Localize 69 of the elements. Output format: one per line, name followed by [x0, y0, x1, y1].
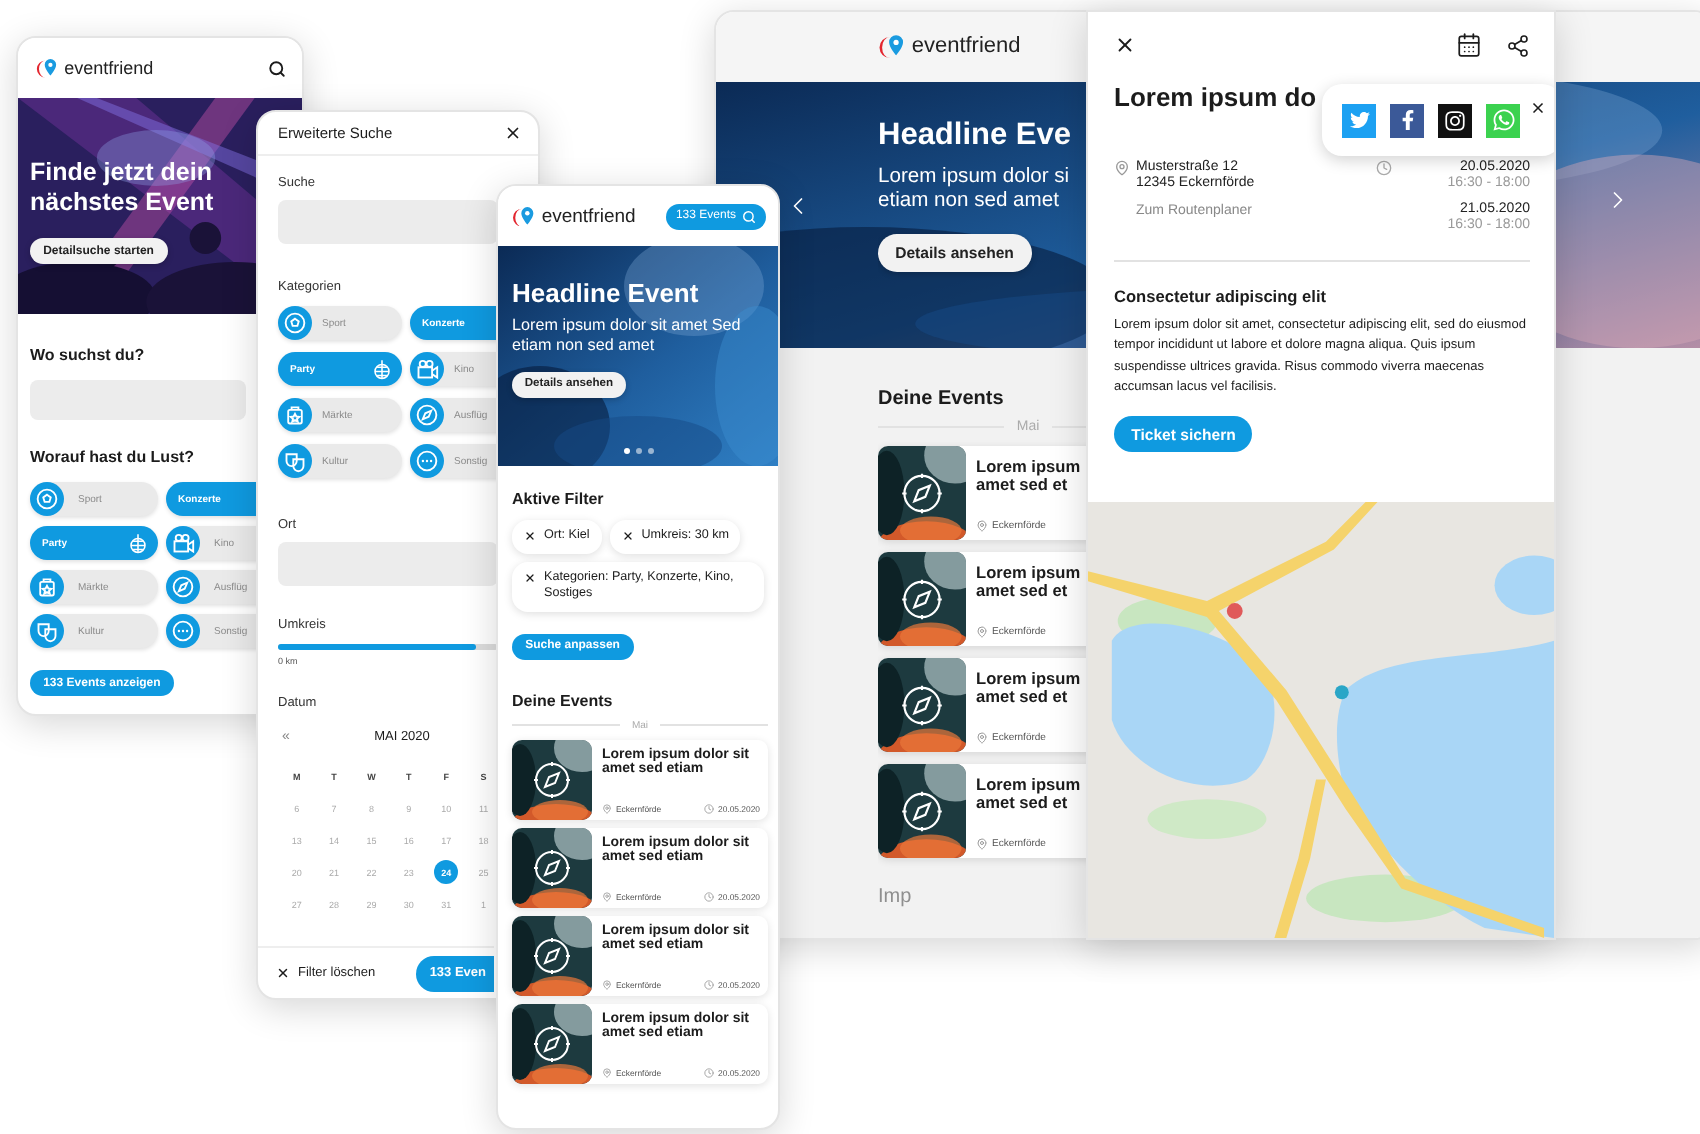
film-camera-icon — [166, 526, 200, 560]
location-field[interactable] — [30, 380, 246, 420]
ball-icon — [30, 482, 64, 516]
location-pin-icon — [602, 803, 612, 814]
location-pin-icon — [602, 979, 612, 990]
brand-name: eventfriend — [64, 58, 154, 78]
hero-headline: Headline Event — [512, 278, 701, 310]
brand-name: eventfriend — [911, 34, 1021, 59]
search-field[interactable] — [278, 200, 498, 244]
event-title: Lorem ipsum — [976, 776, 1083, 795]
filters-heading: Aktive Filter — [512, 490, 606, 508]
more-icon — [166, 614, 200, 648]
compass-icon — [532, 1023, 572, 1064]
more-icon — [410, 444, 444, 478]
disco-ball-icon — [368, 355, 396, 383]
compass-icon — [532, 935, 572, 976]
clock-icon — [704, 1067, 715, 1078]
footer-link[interactable]: Imp — [878, 886, 912, 908]
remove-icon — [524, 571, 536, 583]
logo-icon — [876, 34, 906, 60]
events-heading: Deine Events — [512, 691, 615, 710]
compass-icon — [532, 759, 572, 800]
event-title: amet sed et — [976, 476, 1068, 495]
remove-icon — [621, 530, 634, 542]
disco-ball-icon — [124, 529, 152, 557]
compass-icon — [900, 469, 944, 517]
compass-icon — [166, 570, 200, 604]
search-icon[interactable] — [268, 59, 286, 77]
compass-icon — [900, 787, 944, 835]
event-title: amet sed et — [976, 794, 1068, 813]
event-title: amet sed et — [976, 688, 1068, 707]
clock-icon — [704, 891, 715, 902]
location-heading: Wo suchst du? — [30, 346, 147, 364]
events-heading: Deine Events — [878, 388, 1006, 410]
close-icon[interactable] — [1114, 34, 1136, 56]
logo-icon — [34, 57, 59, 79]
remove-icon — [524, 530, 536, 542]
compass-icon — [900, 681, 944, 729]
bag-icon — [30, 570, 64, 604]
compass-icon — [410, 398, 444, 432]
event-title: Lorem ipsum — [976, 458, 1083, 477]
slide-dot[interactable] — [647, 448, 653, 454]
location-pin-icon — [602, 1067, 612, 1078]
event-title: amet sed et — [976, 582, 1068, 601]
location-pin-icon — [976, 732, 988, 744]
hero-text: Lorem ipsum dolor sit amet Sed etiam non sed amet — [512, 315, 743, 358]
logo-icon — [510, 205, 536, 227]
slide-dot[interactable] — [623, 448, 629, 454]
ball-icon — [278, 306, 312, 340]
slide-dot[interactable] — [635, 448, 641, 454]
clock-icon — [704, 979, 715, 990]
film-camera-icon — [410, 352, 444, 386]
bag-icon — [278, 398, 312, 432]
close-icon — [276, 966, 290, 980]
compass-icon — [532, 847, 572, 888]
compass-icon — [900, 575, 944, 623]
interest-heading: Worauf hast du Lust? — [30, 448, 197, 466]
location-pin-icon — [976, 626, 988, 638]
place-field[interactable] — [278, 542, 498, 586]
event-title: Lorem ipsum — [976, 670, 1083, 689]
share-icon[interactable] — [1506, 33, 1530, 57]
clock-icon — [704, 803, 715, 814]
close-icon[interactable] — [504, 124, 522, 142]
location-pin-icon — [976, 838, 988, 850]
brand-name: eventfriend — [541, 205, 636, 227]
event-title: Lorem ipsum — [976, 564, 1083, 583]
location-pin-icon — [602, 891, 612, 902]
calendar-icon[interactable] — [1456, 32, 1482, 58]
location-pin-icon — [976, 520, 988, 532]
